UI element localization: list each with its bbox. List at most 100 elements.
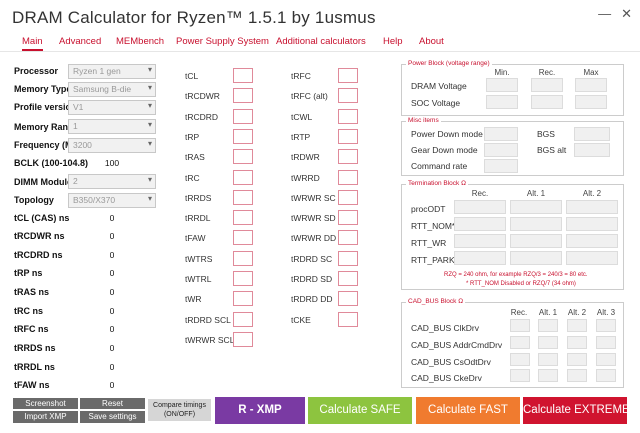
timing-value-box[interactable] xyxy=(233,169,253,185)
timing-label: tRCDWR xyxy=(185,91,220,102)
profile-version-select[interactable]: V1 ▾ xyxy=(68,100,156,115)
app-title: DRAM Calculator for Ryzen™ 1.5.1 by 1usm… xyxy=(12,8,376,27)
topology-select[interactable]: B350/X370 ▾ xyxy=(68,193,156,208)
tab-help[interactable]: Help xyxy=(383,36,403,47)
cad-header-alt1: Alt. 1 xyxy=(538,308,558,317)
bclk-input[interactable]: 100 xyxy=(68,156,156,171)
calculate-safe-button[interactable]: Calculate SAFE xyxy=(308,397,412,424)
ns-label: tRP ns xyxy=(14,268,43,278)
timing-label: tRP xyxy=(185,131,200,142)
timing-value-box[interactable] xyxy=(338,210,358,226)
timing-label: tWRRD xyxy=(291,172,320,183)
screenshot-button[interactable]: Screenshot xyxy=(12,397,79,410)
power-down-mode-value xyxy=(484,127,518,141)
window-controls: — ✕ xyxy=(598,6,632,22)
procodt-label: procODT xyxy=(411,204,446,214)
termination-block-title: Termination Block Ω xyxy=(406,180,468,187)
timing-label: tRRDL xyxy=(185,213,211,224)
timing-value-box[interactable] xyxy=(338,230,358,246)
ns-label: tRRDS ns xyxy=(14,343,56,353)
r-xmp-button[interactable]: R - XMP xyxy=(215,397,305,424)
ns-label: tRC ns xyxy=(14,306,43,316)
timing-value-box[interactable] xyxy=(338,291,358,307)
timing-label: tRFC xyxy=(291,71,311,81)
timing-label: tRDRD SD xyxy=(291,274,333,284)
chevron-down-icon: ▾ xyxy=(147,139,152,148)
cad-header-rec: Rec. xyxy=(510,308,528,317)
ns-value: 0 xyxy=(109,306,115,316)
voltage-header-rec: Rec. xyxy=(538,68,556,77)
ns-value: 0 xyxy=(109,250,115,260)
termination-header-alt1: Alt. 1 xyxy=(526,189,546,198)
timing-value-box[interactable] xyxy=(233,210,253,226)
timing-value-box[interactable] xyxy=(338,128,358,144)
timing-value-box[interactable] xyxy=(233,291,253,307)
frequency-select[interactable]: 3200 ▾ xyxy=(68,138,156,153)
ns-value: 0 xyxy=(109,287,115,297)
timing-value-box[interactable] xyxy=(233,108,253,124)
timing-value-box[interactable] xyxy=(338,189,358,205)
memory-type-select[interactable]: Samsung B-die ▾ xyxy=(68,82,156,97)
memory-type-label: Memory Type xyxy=(14,84,72,94)
compare-timings-button[interactable]: Compare timings (ON/OFF) xyxy=(148,399,211,421)
reset-button[interactable]: Reset xyxy=(79,397,146,410)
import-xmp-button[interactable]: Import XMP xyxy=(12,410,79,424)
dimm-modules-select[interactable]: 2 ▾ xyxy=(68,174,156,189)
timing-value-box[interactable] xyxy=(338,108,358,124)
ns-label: tRAS ns xyxy=(14,287,50,297)
calculate-fast-button[interactable]: Calculate FAST xyxy=(416,397,520,424)
timing-value-box[interactable] xyxy=(233,311,253,327)
tab-additional-calculators[interactable]: Additional calculators xyxy=(276,36,366,47)
timing-value-box[interactable] xyxy=(338,88,358,104)
timing-label: tWRWR DD xyxy=(291,233,337,244)
ns-label: tRFC ns xyxy=(14,324,49,334)
tab-power-supply-system[interactable]: Power Supply System xyxy=(176,36,269,47)
timing-value-box[interactable] xyxy=(338,169,358,185)
timing-value-box[interactable] xyxy=(233,88,253,104)
ns-value: 0 xyxy=(109,213,115,223)
termination-header-rec: Rec. xyxy=(471,189,489,198)
processor-select[interactable]: Ryzen 1 gen ▾ xyxy=(68,64,156,79)
cad-addrcmddrv-label: CAD_BUS AddrCmdDrv xyxy=(411,340,503,350)
save-settings-button[interactable]: Save settings xyxy=(79,410,146,424)
rtt-wr-alt1 xyxy=(510,234,562,248)
timing-label: tRTP xyxy=(291,131,311,142)
timing-value-box[interactable] xyxy=(338,271,358,286)
rtt-nom-note: * RTT_NOM Disabled or RZQ/7 (34 ohm) xyxy=(466,281,576,287)
tab-membench[interactable]: MEMbench xyxy=(116,36,164,47)
timing-label: tRDRD SCL xyxy=(185,314,231,325)
timing-value-box[interactable] xyxy=(233,230,253,246)
timing-value-box[interactable] xyxy=(233,250,253,266)
procodt-alt2 xyxy=(566,200,618,214)
timing-value-box[interactable] xyxy=(338,250,358,266)
timing-value-box[interactable] xyxy=(233,68,253,83)
timing-value-box[interactable] xyxy=(233,271,253,286)
ns-value: 0 xyxy=(109,231,115,241)
timing-value-box[interactable] xyxy=(233,149,253,165)
calculate-extreme-button[interactable]: Calculate EXTREME xyxy=(523,397,630,424)
timing-value-box[interactable] xyxy=(233,128,253,144)
tab-main[interactable]: Main xyxy=(22,36,43,51)
chevron-down-icon: ▾ xyxy=(147,175,152,184)
timing-label: tWRWR SC xyxy=(291,192,336,203)
timing-label: tCL xyxy=(185,71,199,81)
timing-value-box[interactable] xyxy=(338,149,358,165)
chevron-down-icon: ▾ xyxy=(147,101,152,110)
rtt-wr-alt2 xyxy=(566,234,618,248)
close-icon[interactable]: ✕ xyxy=(621,6,632,22)
timing-value-box[interactable] xyxy=(233,331,253,347)
power-down-mode-label: Power Down mode xyxy=(411,129,483,139)
gear-down-mode-value xyxy=(484,143,518,157)
memory-type-value: Samsung B-die xyxy=(73,84,132,94)
timing-value-box[interactable] xyxy=(338,311,358,327)
minimize-icon[interactable]: — xyxy=(598,6,611,22)
memory-rank-select[interactable]: 1 ▾ xyxy=(68,119,156,134)
timing-value-box[interactable] xyxy=(233,189,253,205)
processor-value: Ryzen 1 gen xyxy=(73,66,121,76)
tab-advanced[interactable]: Advanced xyxy=(59,36,101,47)
tab-about[interactable]: About xyxy=(419,36,444,47)
memory-rank-value: 1 xyxy=(73,121,78,131)
timing-label: tFAW xyxy=(185,233,206,244)
timing-value-box[interactable] xyxy=(338,68,358,83)
command-rate-value xyxy=(484,159,518,173)
